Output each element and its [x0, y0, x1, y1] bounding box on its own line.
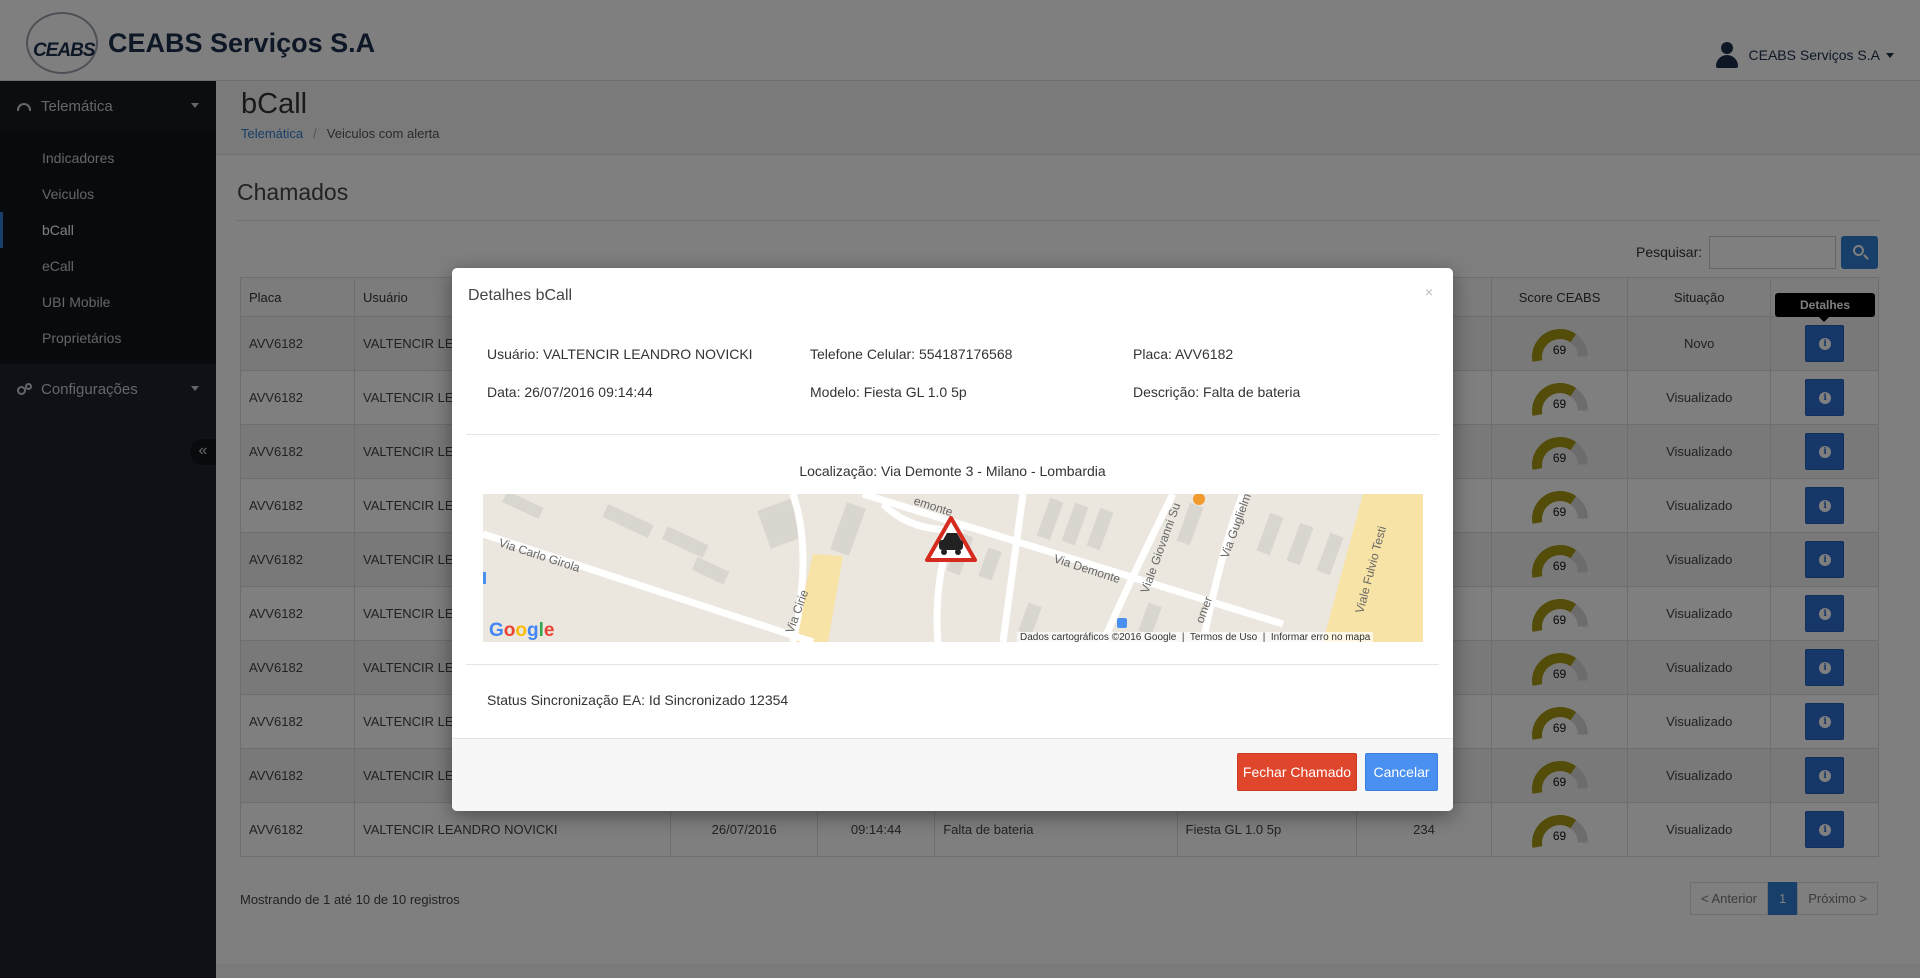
field-descricao: Descrição: Falta de bateria [1133, 384, 1301, 400]
map-canvas: Via Carlo Girola Via Demonte Viale Giova… [483, 494, 1423, 642]
google-logo: Google [489, 620, 555, 641]
close-icon[interactable]: × [1425, 284, 1433, 300]
cancel-button[interactable]: Cancelar [1365, 753, 1438, 791]
location-map[interactable]: Via Carlo Girola Via Demonte Viale Giova… [483, 494, 1423, 642]
field-modelo: Modelo: Fiesta GL 1.0 5p [810, 384, 967, 400]
field-usuario: Usuário: VALTENCIR LEANDRO NOVICKI [487, 346, 753, 362]
modal-title: Detalhes bCall [468, 287, 573, 304]
field-status-sync: Status Sincronização EA: Id Sincronizado… [487, 692, 789, 708]
map-attribution: Dados cartográficos ©2016 Google | Termo… [1017, 632, 1374, 642]
map-report-link[interactable]: Informar erro no mapa [1271, 632, 1371, 642]
bcall-details-modal: Detalhes bCall × Usuário: VALTENCIR LEAN… [452, 268, 1453, 811]
close-call-button[interactable]: Fechar Chamado [1237, 753, 1357, 791]
field-data: Data: 26/07/2016 09:14:44 [487, 384, 653, 400]
field-placa: Placa: AVV6182 [1133, 346, 1234, 362]
field-telefone: Telefone Celular: 554187176568 [810, 346, 1013, 362]
map-terms-link[interactable]: Termos de Uso [1190, 632, 1257, 642]
divider [466, 434, 1439, 435]
field-localizacao: Localização: Via Demonte 3 - Milano - Lo… [799, 463, 1106, 479]
map-credit: Dados cartográficos ©2016 Google [1020, 632, 1177, 642]
divider [466, 664, 1439, 665]
bus-stop-icon [1117, 618, 1127, 628]
